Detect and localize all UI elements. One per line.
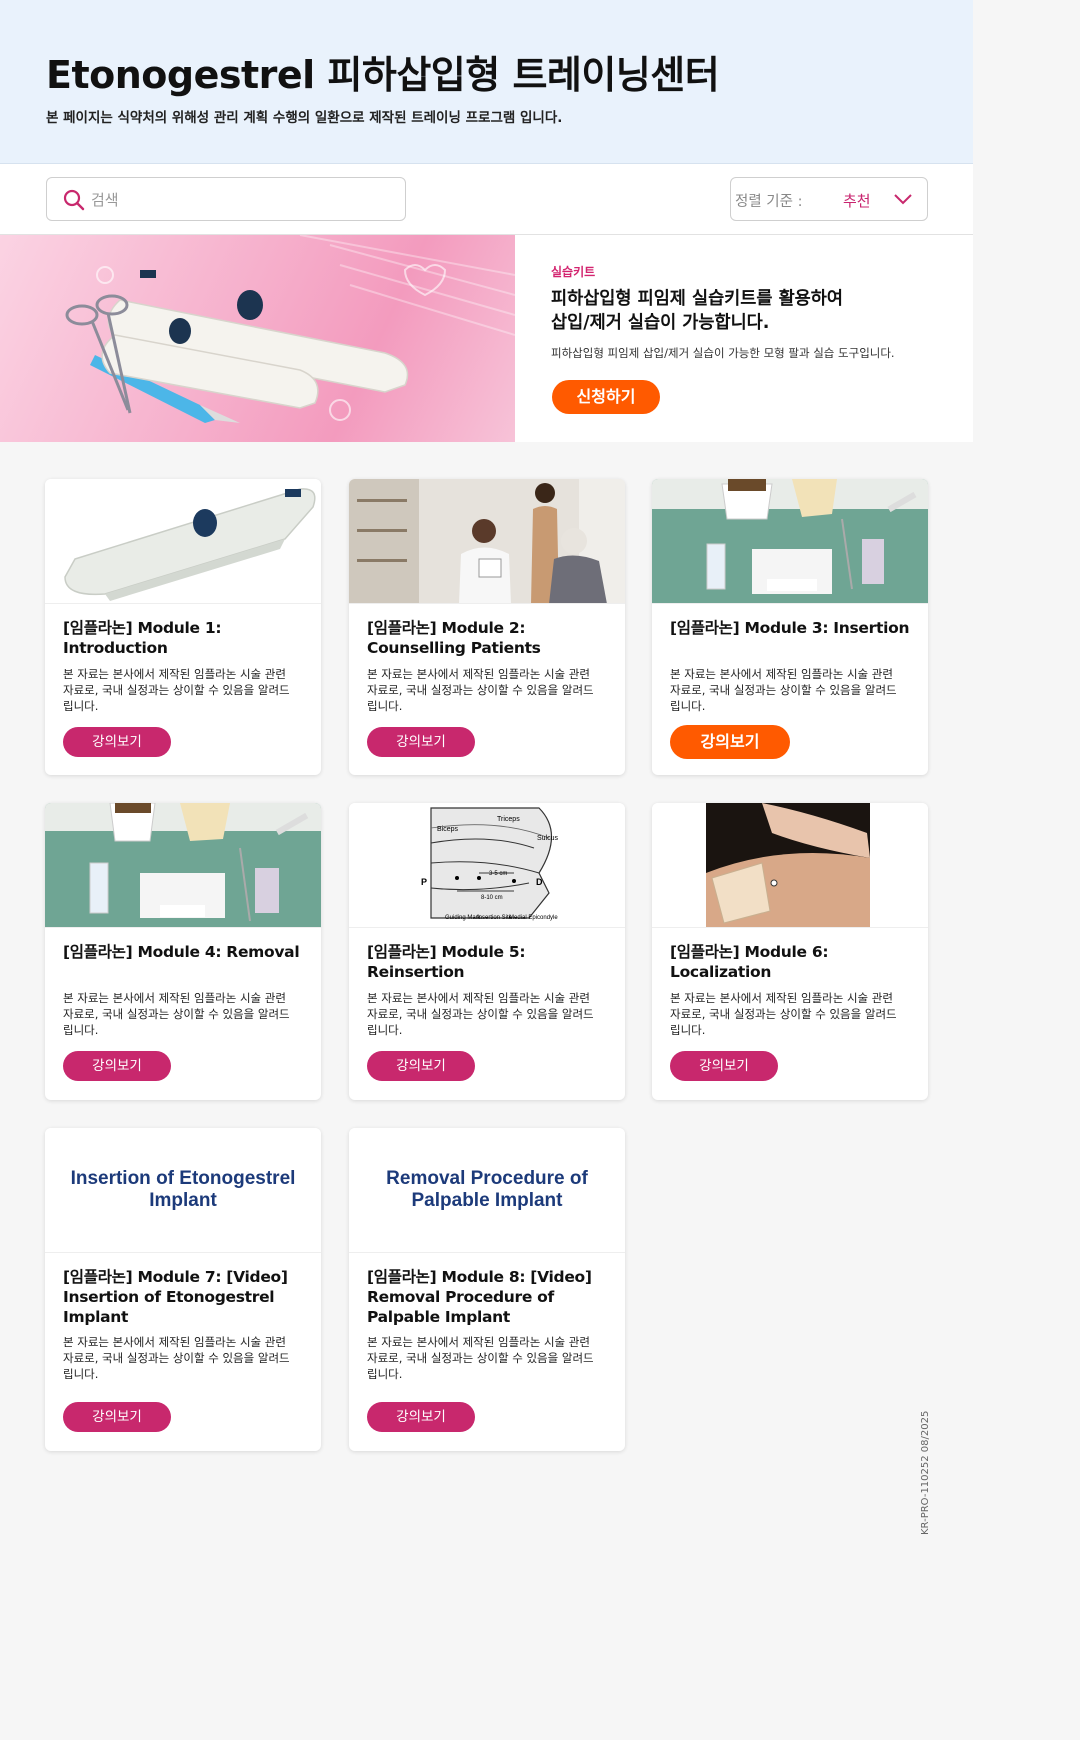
module-title[interactable]: [임플라논] Module 5: Reinsertion: [367, 942, 615, 982]
practice-kit-banner: 실습키트 피하삽입형 피임제 실습키트를 활용하여 삽입/제거 실습이 가능합니…: [0, 235, 973, 442]
module-card-2[interactable]: [임플라논] Module 2: Counselling Patients 본 …: [349, 479, 625, 775]
module-title[interactable]: [임플라논] Module 8: [Video] Removal Procedu…: [367, 1267, 615, 1327]
module-description: 본 자료는 본사에서 제작된 임플라논 시술 관련 자료로, 국내 실정과는 상…: [63, 667, 290, 713]
banner-tag: 실습키트: [551, 265, 596, 279]
apply-button[interactable]: 신청하기: [552, 380, 660, 414]
watch-lecture-button[interactable]: 강의보기: [670, 1051, 778, 1081]
search-box[interactable]: [46, 177, 406, 221]
page-title: Etonogestrel 피하삽입형 트레이닝센터: [46, 53, 720, 97]
module-card-7[interactable]: Insertion of Etonogestrel Implant [임플라논]…: [45, 1128, 321, 1451]
chevron-down-icon: [894, 194, 912, 205]
practice-kit-image: [0, 235, 515, 442]
diagram-label-triceps: Triceps: [497, 816, 520, 823]
watch-lecture-button[interactable]: 강의보기: [367, 727, 475, 757]
module-title[interactable]: [임플라논] Module 3: Insertion: [670, 618, 918, 638]
diagram-label-8-10cm: 8-10 cm: [481, 895, 503, 901]
video-thumbnail-title: Removal Procedure of Palpable Implant: [386, 1168, 588, 1211]
watch-lecture-button[interactable]: 강의보기: [63, 727, 171, 757]
module-description: 본 자료는 본사에서 제작된 임플라논 시술 관련 자료로, 국내 실정과는 상…: [670, 991, 897, 1037]
search-icon: [63, 189, 85, 211]
banner-title: 피하삽입형 피임제 실습키트를 활용하여 삽입/제거 실습이 가능합니다.: [551, 287, 843, 335]
toolbar: 정렬 기준 : 추천: [0, 164, 973, 235]
diagram-label-3-5cm: 3-5 cm: [489, 871, 507, 877]
sort-dropdown[interactable]: 정렬 기준 : 추천: [730, 177, 928, 221]
module-title[interactable]: [임플라논] Module 4: Removal: [63, 942, 311, 962]
banner-title-line1: 피하삽입형 피임제 실습키트를 활용하여: [551, 289, 843, 309]
module-5-arm-diagram: Triceps Biceps Sulcus P D 3-5 cm 8-10 cm…: [349, 803, 625, 928]
module-description: 본 자료는 본사에서 제작된 임플라논 시술 관련 자료로, 국내 실정과는 상…: [670, 667, 897, 713]
watch-lecture-button[interactable]: 강의보기: [63, 1051, 171, 1081]
watch-lecture-button[interactable]: 강의보기: [63, 1402, 171, 1432]
module-6-thumbnail: [652, 803, 928, 928]
diagram-label-sulcus: Sulcus: [537, 835, 559, 842]
module-7-thumbnail: Insertion of Etonogestrel Implant: [45, 1128, 321, 1253]
module-title[interactable]: [임플라논] Module 6: Localization: [670, 942, 918, 982]
module-card-1[interactable]: [임플라논] Module 1: Introduction 본 자료는 본사에서…: [45, 479, 321, 775]
module-title[interactable]: [임플라논] Module 2: Counselling Patients: [367, 618, 615, 658]
watch-lecture-button[interactable]: 강의보기: [670, 725, 790, 759]
diagram-label-medial-epicondyle: Medial Epicondyle: [509, 915, 558, 921]
module-description: 본 자료는 본사에서 제작된 임플라논 시술 관련 자료로, 국내 실정과는 상…: [367, 667, 594, 713]
module-3-thumbnail: [652, 479, 928, 604]
sort-label: 정렬 기준 :: [735, 194, 803, 210]
banner-title-line2: 삽입/제거 실습이 가능합니다.: [551, 313, 770, 333]
module-description: 본 자료는 본사에서 제작된 임플라논 시술 관련 자료로, 국내 실정과는 상…: [367, 1335, 594, 1381]
video-thumbnail-title: Insertion of Etonogestrel Implant: [70, 1168, 296, 1211]
diagram-label-insertion-site: Insertion Site: [477, 915, 513, 921]
module-card-4[interactable]: [임플라논] Module 4: Removal 본 자료는 본사에서 제작된 …: [45, 803, 321, 1100]
page-header: Etonogestrel 피하삽입형 트레이닝센터 본 페이지는 식약처의 위해…: [0, 0, 973, 164]
module-description: 본 자료는 본사에서 제작된 임플라논 시술 관련 자료로, 국내 실정과는 상…: [63, 991, 290, 1037]
watch-lecture-button[interactable]: 강의보기: [367, 1402, 475, 1432]
module-card-6[interactable]: [임플라논] Module 6: Localization 본 자료는 본사에서…: [652, 803, 928, 1100]
diagram-label-p: P: [421, 877, 427, 887]
watch-lecture-button[interactable]: 강의보기: [367, 1051, 475, 1081]
page-subtitle: 본 페이지는 식약처의 위해성 관리 계획 수행의 일환으로 제작된 트레이닝 …: [46, 110, 563, 126]
module-card-3[interactable]: [임플라논] Module 3: Insertion 본 자료는 본사에서 제작…: [652, 479, 928, 775]
diagram-label-biceps: Biceps: [437, 826, 459, 833]
document-code: KR-PRO-110252 08/2025: [920, 1410, 931, 1535]
search-input[interactable]: [91, 186, 391, 214]
banner-description: 피하삽입형 피임제 삽입/제거 실습이 가능한 모형 팔과 실습 도구입니다.: [551, 346, 895, 360]
module-8-thumbnail: Removal Procedure of Palpable Implant: [349, 1128, 625, 1253]
module-card-8[interactable]: Removal Procedure of Palpable Implant [임…: [349, 1128, 625, 1451]
module-2-thumbnail: [349, 479, 625, 604]
module-title[interactable]: [임플라논] Module 7: [Video] Insertion of Et…: [63, 1267, 311, 1327]
sort-value: 추천: [843, 192, 871, 210]
module-card-5[interactable]: Triceps Biceps Sulcus P D 3-5 cm 8-10 cm…: [349, 803, 625, 1100]
module-description: 본 자료는 본사에서 제작된 임플라논 시술 관련 자료로, 국내 실정과는 상…: [63, 1335, 290, 1381]
module-title[interactable]: [임플라논] Module 1: Introduction: [63, 618, 311, 658]
module-description: 본 자료는 본사에서 제작된 임플라논 시술 관련 자료로, 국내 실정과는 상…: [367, 991, 594, 1037]
diagram-label-d: D: [536, 877, 543, 887]
module-4-thumbnail: [45, 803, 321, 928]
module-1-thumbnail: [45, 479, 321, 604]
